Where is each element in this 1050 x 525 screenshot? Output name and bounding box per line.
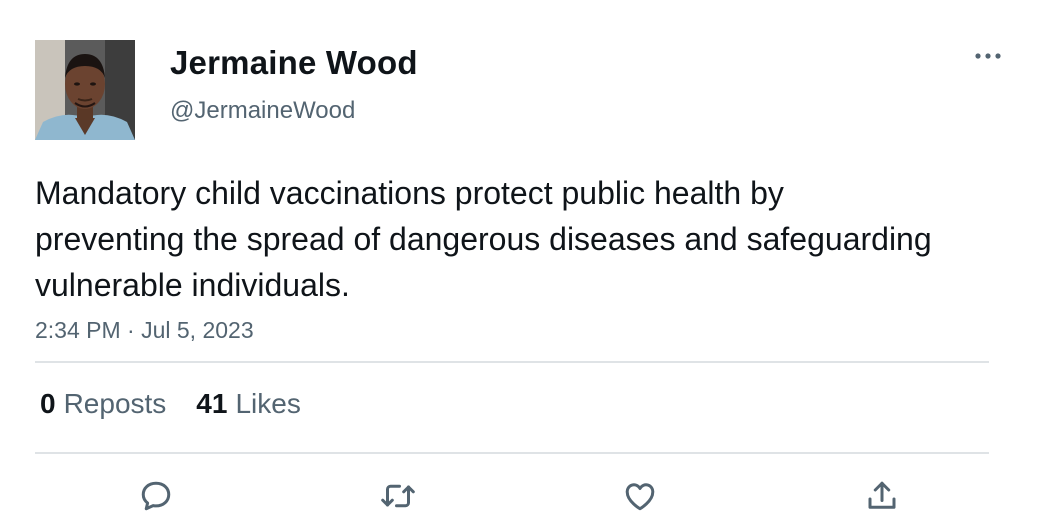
tweet-timestamp[interactable]: 2:34 PM · Jul 5, 2023 xyxy=(35,316,254,344)
tweet-text: Mandatory child vaccinations protect pub… xyxy=(35,175,932,303)
comment-icon xyxy=(141,481,171,511)
profile-photo-icon xyxy=(35,40,135,140)
heart-icon xyxy=(625,483,655,511)
divider xyxy=(35,452,989,454)
repost-icon xyxy=(381,484,415,508)
likes-count: 41 xyxy=(196,388,228,419)
repost-button[interactable] xyxy=(376,474,420,518)
divider xyxy=(35,361,989,363)
reply-button[interactable] xyxy=(134,474,178,518)
reposts-label: Reposts xyxy=(63,388,167,419)
more-options-button[interactable] xyxy=(968,44,1008,68)
likes-stat[interactable]: 41 Likes xyxy=(196,386,301,422)
display-name[interactable]: Jermaine Wood xyxy=(170,43,418,83)
engagement-stats: 0 Reposts 41 Likes xyxy=(40,386,301,422)
likes-label: Likes xyxy=(235,388,301,419)
share-button[interactable] xyxy=(860,474,904,518)
reposts-count: 0 xyxy=(40,388,56,419)
reposts-stat[interactable]: 0 Reposts xyxy=(40,386,166,422)
tweet-card: Jermaine Wood @JermaineWood Mandatory ch… xyxy=(0,0,1050,525)
ellipsis-icon xyxy=(975,53,1001,59)
avatar[interactable] xyxy=(35,40,135,140)
like-button[interactable] xyxy=(618,474,662,518)
user-handle[interactable]: @JermaineWood xyxy=(170,96,355,126)
share-icon xyxy=(868,481,896,509)
